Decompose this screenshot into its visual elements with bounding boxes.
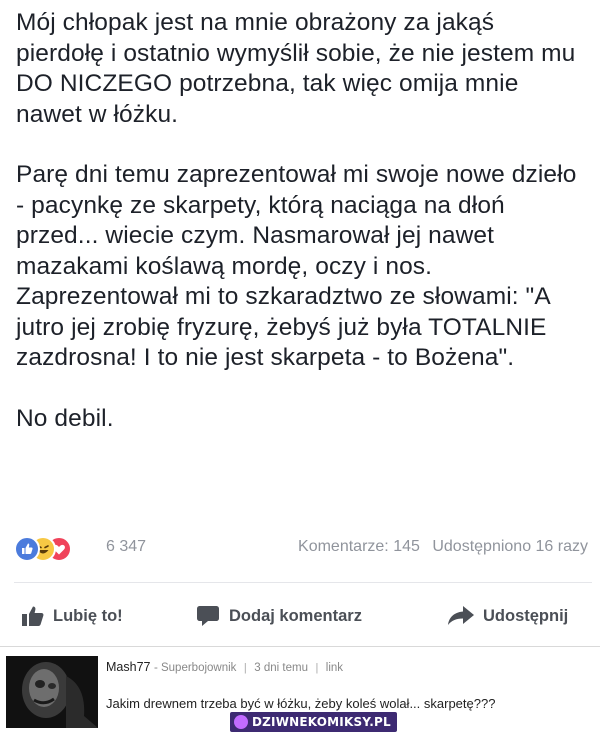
reaction-icons[interactable]	[14, 536, 104, 562]
post-paragraph-1: Mój chłopak jest na mnie obrażony za jak…	[16, 9, 576, 128]
comment-text: Jakim drewnem trzeba być w łóżku, żeby k…	[106, 696, 496, 711]
thumbs-up-icon	[22, 606, 44, 626]
like-button[interactable]: Lubię to!	[22, 598, 123, 634]
watermark-text: DZIWNEKOMIKSY.PL	[252, 715, 391, 729]
share-button-label: Udostępnij	[483, 606, 569, 625]
comment-link[interactable]: link	[326, 662, 343, 674]
like-icon	[14, 536, 40, 562]
comment-time: 3 dni temu	[254, 662, 308, 674]
reactions-bar: 6 347 Komentarze: 145 Udostępniono 16 ra…	[14, 534, 590, 564]
comments-count[interactable]: Komentarze: 145	[298, 538, 420, 555]
post-paragraph-3: No debil.	[16, 404, 114, 432]
watermark: DZIWNEKOMIKSY.PL	[230, 712, 397, 732]
comment-rank: - Superbojownik	[153, 662, 237, 674]
share-button[interactable]: Udostępnij	[448, 598, 568, 634]
post-paragraph-2: Parę dni temu zaprezentował mi swoje now…	[16, 161, 577, 371]
comment-divider	[0, 646, 600, 647]
speech-bubble-icon	[197, 606, 219, 626]
share-arrow-icon	[448, 606, 474, 625]
post-body: Mój chłopak jest na mnie obrażony za jak…	[16, 8, 588, 434]
like-button-label: Lubię to!	[53, 606, 123, 625]
comment-button-label: Dodaj komentarz	[229, 606, 362, 625]
comment-username[interactable]: Mash77	[106, 660, 150, 674]
engagement-counts: Komentarze: 145 Udostępniono 16 razy	[298, 538, 588, 556]
divider	[14, 582, 592, 583]
shares-count[interactable]: Udostępniono 16 razy	[432, 538, 588, 555]
post-actions: Lubię to! Dodaj komentarz Udostępnij	[14, 598, 592, 634]
avatar[interactable]	[6, 656, 98, 728]
monster-icon	[234, 715, 248, 729]
separator: |	[243, 662, 247, 674]
comment-button[interactable]: Dodaj komentarz	[196, 598, 362, 634]
separator: |	[315, 662, 319, 674]
comment-meta: Mash77 - Superbojownik | 3 dni temu | li…	[106, 660, 343, 674]
reaction-count[interactable]: 6 347	[106, 538, 146, 556]
